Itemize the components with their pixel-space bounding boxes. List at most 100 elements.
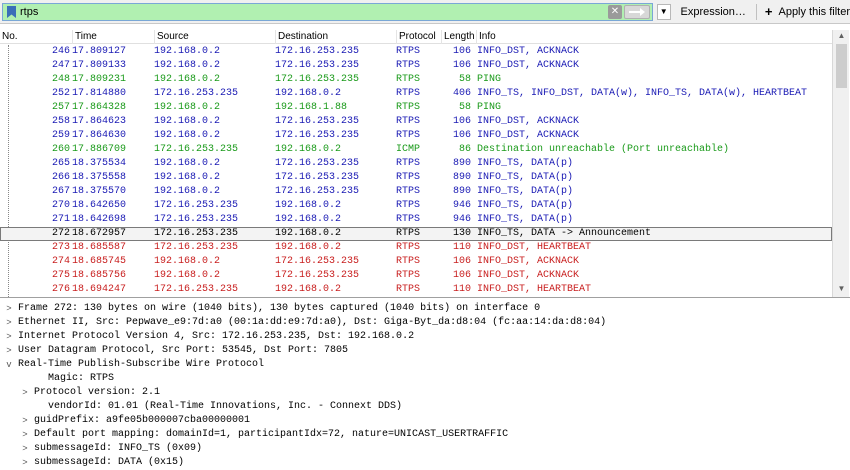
chevron-right-icon[interactable]: > <box>4 344 14 358</box>
cell-info: INFO_DST, ACKNACK <box>477 46 580 57</box>
packet-row-selected[interactable]: 272 18.672957 172.16.253.235 192.168.0.2 RTP… <box>0 227 832 241</box>
cell-destination: 172.16.253.235 <box>275 46 360 57</box>
detail-tree-item[interactable]: Magic: RTPS <box>0 372 850 386</box>
cell-no: 275 <box>51 270 70 281</box>
packet-row[interactable]: 271 18.642698 172.16.253.235 192.168.0.2 RTP… <box>0 213 832 227</box>
display-filter-input[interactable] <box>18 3 618 20</box>
cell-protocol: RTPS <box>396 102 421 113</box>
detail-tree-label: Protocol version: 2.1 <box>34 387 161 398</box>
detail-tree-item[interactable]: > Internet Protocol Version 4, Src: 172.1… <box>0 330 850 344</box>
cell-info: INFO_DST, HEARTBEAT <box>477 284 592 295</box>
detail-tree-item[interactable]: > submessageId: INFO_TS (0x09) <box>0 442 850 456</box>
chevron-down-icon[interactable]: v <box>4 358 14 372</box>
cell-protocol: RTPS <box>396 228 421 239</box>
scroll-up-icon[interactable]: ▲ <box>835 31 848 43</box>
arrow-right-icon[interactable] <box>623 4 650 19</box>
cell-protocol: RTPS <box>396 158 421 169</box>
bookmark-icon[interactable] <box>4 4 18 20</box>
cell-time: 18.642650 <box>72 200 127 211</box>
cell-info: INFO_TS, DATA(p) <box>477 200 574 211</box>
column-header-protocol[interactable]: Protocol <box>396 30 441 44</box>
scroll-down-icon[interactable]: ▼ <box>835 284 848 296</box>
detail-tree-label: vendorId: 01.01 (Real-Time Innovations, … <box>48 401 403 412</box>
cell-no: 273 <box>51 242 70 253</box>
packet-row[interactable]: 247 17.809133 192.168.0.2 172.16.253.235 RTP… <box>0 59 832 73</box>
display-filter-field[interactable]: ✕ <box>2 2 653 21</box>
packet-list-scrollbar[interactable]: ▲ ▼ <box>832 30 849 297</box>
packet-row[interactable]: 276 18.694247 172.16.253.235 192.168.0.2 RTP… <box>0 283 832 297</box>
chevron-right-icon[interactable]: > <box>20 414 30 428</box>
packet-row[interactable]: 275 18.685756 192.168.0.2 172.16.253.235 RTP… <box>0 269 832 283</box>
chevron-right-icon[interactable]: > <box>4 316 14 330</box>
packet-row[interactable]: 260 17.886709 172.16.253.235 192.168.0.2 ICM… <box>0 143 832 157</box>
cell-time: 18.375558 <box>72 172 127 183</box>
cell-time: 18.375534 <box>72 158 127 169</box>
packet-row[interactable]: 265 18.375534 192.168.0.2 172.16.253.235 RTP… <box>0 157 832 171</box>
packet-row[interactable]: 248 17.809231 192.168.0.2 172.16.253.235 RTP… <box>0 73 832 87</box>
expression-button[interactable]: Expression… <box>677 3 750 21</box>
cell-no: 248 <box>51 74 70 85</box>
cell-no: 267 <box>51 186 70 197</box>
packet-row[interactable]: 270 18.642650 172.16.253.235 192.168.0.2 RTP… <box>0 199 832 213</box>
packet-list-header: No. Time Source Destination Protocol Len… <box>0 30 832 44</box>
packet-row[interactable]: 246 17.809127 192.168.0.2 172.16.253.235 RTP… <box>0 45 832 59</box>
cell-protocol: RTPS <box>396 172 421 183</box>
detail-tree-item[interactable]: > submessageId: DATA (0x15) <box>0 456 850 470</box>
detail-tree-label: guidPrefix: a9fe05b000007cba00000001 <box>34 415 251 426</box>
cell-no: 252 <box>51 88 70 99</box>
packet-row[interactable]: 259 17.864630 192.168.0.2 172.16.253.235 RTP… <box>0 129 832 143</box>
detail-tree-label: User Datagram Protocol, Src Port: 53545,… <box>18 345 349 356</box>
packet-row[interactable]: 266 18.375558 192.168.0.2 172.16.253.235 RTP… <box>0 171 832 185</box>
cell-destination: 192.168.0.2 <box>275 242 342 253</box>
detail-tree-item[interactable]: vendorId: 01.01 (Real-Time Innovations, … <box>0 400 850 414</box>
column-header-destination[interactable]: Destination <box>275 30 396 44</box>
packet-row[interactable]: 257 17.864328 192.168.0.2 192.168.1.88 RTPS 5… <box>0 101 832 115</box>
column-header-no[interactable]: No. <box>0 30 72 44</box>
packet-rows: 246 17.809127 192.168.0.2 172.16.253.235 RTP… <box>0 45 832 297</box>
column-header-info[interactable]: Info <box>476 30 832 44</box>
cell-length: 890 <box>452 158 471 169</box>
detail-tree-label: Internet Protocol Version 4, Src: 172.16… <box>18 331 415 342</box>
apply-filter-button[interactable]: Apply this filter <box>778 6 850 18</box>
detail-tree-item[interactable]: > Default port mapping: domainId=1, parti… <box>0 428 850 442</box>
cell-no: 274 <box>51 256 70 267</box>
detail-tree-item[interactable]: > Frame 272: 130 bytes on wire (1040 bits… <box>0 302 850 316</box>
cell-source: 172.16.253.235 <box>154 88 239 99</box>
cell-source: 172.16.253.235 <box>154 200 239 211</box>
cell-info: Destination unreachable (Port unreachabl… <box>477 144 730 155</box>
column-header-source[interactable]: Source <box>154 30 275 44</box>
cell-info: INFO_DST, ACKNACK <box>477 130 580 141</box>
filter-history-dropdown[interactable]: ▼ <box>656 3 671 20</box>
cell-no: 260 <box>51 144 70 155</box>
detail-tree-item[interactable]: > Ethernet II, Src: Pepwave_e9:7d:a0 (00:… <box>0 316 850 330</box>
chevron-right-icon[interactable]: > <box>20 386 30 400</box>
chevron-right-icon[interactable]: > <box>4 302 14 316</box>
detail-tree-item[interactable]: > Protocol version: 2.1 <box>0 386 850 400</box>
cell-info: INFO_TS, DATA(p) <box>477 172 574 183</box>
packet-row[interactable]: 274 18.685745 192.168.0.2 172.16.253.235 RTP… <box>0 255 832 269</box>
packet-row[interactable]: 267 18.375570 192.168.0.2 172.16.253.235 RTP… <box>0 185 832 199</box>
toolbar-separator <box>755 3 757 20</box>
packet-row[interactable]: 252 17.814880 172.16.253.235 192.168.0.2 RTP… <box>0 87 832 101</box>
cell-length: 110 <box>452 284 471 295</box>
scroll-thumb[interactable] <box>836 44 847 88</box>
column-header-time[interactable]: Time <box>72 30 154 44</box>
packet-row[interactable]: 258 17.864623 192.168.0.2 172.16.253.235 RTP… <box>0 115 832 129</box>
cell-source: 192.168.0.2 <box>154 102 221 113</box>
cell-time: 17.809127 <box>72 46 127 57</box>
detail-tree-item[interactable]: v Real-Time Publish-Subscribe Wire Protoc… <box>0 358 850 372</box>
detail-tree-item[interactable]: > guidPrefix: a9fe05b000007cba00000001 <box>0 414 850 428</box>
plus-icon[interactable]: + <box>765 4 773 19</box>
packet-row[interactable]: 273 18.685587 172.16.253.235 192.168.0.2 RTP… <box>0 241 832 255</box>
detail-tree-label: Real-Time Publish-Subscribe Wire Protoco… <box>18 359 265 370</box>
chevron-right-icon[interactable]: > <box>20 442 30 456</box>
chevron-right-icon[interactable]: > <box>20 456 30 470</box>
clear-filter-icon[interactable]: ✕ <box>607 4 622 19</box>
detail-tree-item[interactable]: > User Datagram Protocol, Src Port: 53545… <box>0 344 850 358</box>
cell-destination: 172.16.253.235 <box>275 158 360 169</box>
chevron-right-icon[interactable]: > <box>4 330 14 344</box>
cell-source: 192.168.0.2 <box>154 256 221 267</box>
cell-length: 130 <box>452 228 471 239</box>
column-header-length[interactable]: Length <box>441 30 476 44</box>
chevron-right-icon[interactable]: > <box>20 428 30 442</box>
